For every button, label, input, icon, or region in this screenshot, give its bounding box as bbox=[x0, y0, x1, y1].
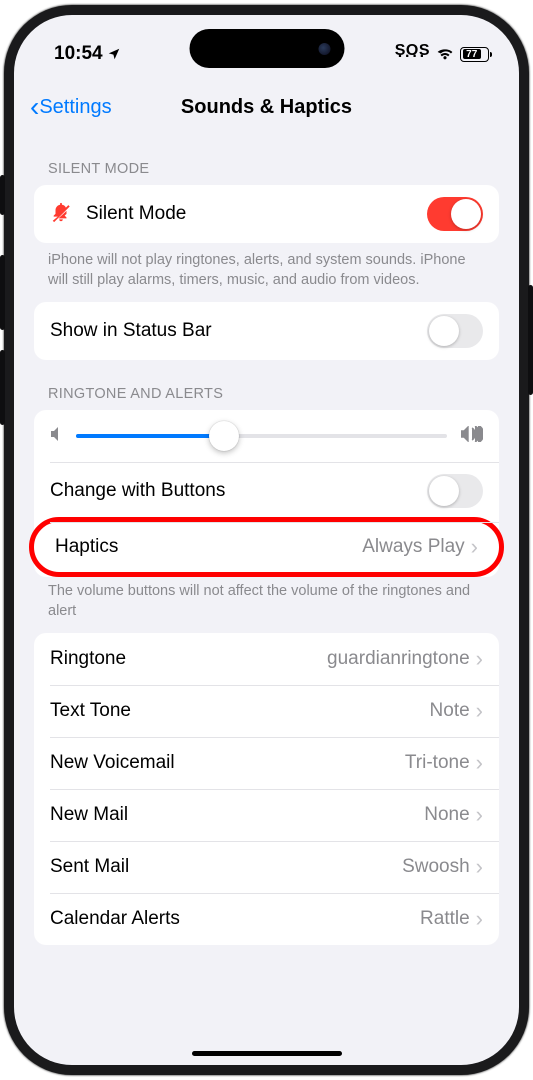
row-value: Rattle bbox=[420, 908, 470, 930]
row-label: Change with Buttons bbox=[50, 480, 427, 502]
side-button bbox=[0, 175, 5, 215]
change-buttons-toggle[interactable] bbox=[427, 474, 483, 508]
section-footer: iPhone will not play ringtones, alerts, … bbox=[34, 243, 499, 290]
status-bar-toggle[interactable] bbox=[427, 314, 483, 348]
row-label: Ringtone bbox=[50, 648, 327, 670]
screen: 10:54 SOS ···· 77 bbox=[14, 15, 519, 1065]
status-time: 10:54 bbox=[54, 43, 103, 65]
silent-mode-toggle[interactable] bbox=[427, 197, 483, 231]
chevron-right-icon: › bbox=[471, 534, 478, 560]
row-label: New Voicemail bbox=[50, 752, 405, 774]
change-with-buttons-row[interactable]: Change with Buttons bbox=[34, 462, 499, 520]
home-indicator[interactable] bbox=[192, 1051, 342, 1056]
volume-slider-row[interactable] bbox=[34, 410, 499, 462]
chevron-right-icon: › bbox=[476, 698, 483, 724]
haptics-row[interactable]: Haptics Always Play › bbox=[29, 517, 504, 577]
sound-row[interactable]: Ringtoneguardianringtone › bbox=[34, 633, 499, 685]
chevron-right-icon: › bbox=[476, 646, 483, 672]
back-label: Settings bbox=[39, 96, 111, 119]
wifi-icon bbox=[436, 47, 454, 61]
sound-row[interactable]: Sent MailSwoosh › bbox=[34, 841, 499, 893]
row-value: Always Play bbox=[362, 536, 464, 558]
section-header: RINGTONE AND ALERTS bbox=[34, 360, 499, 410]
content[interactable]: SILENT MODE Silent Mode iPhone will not … bbox=[14, 135, 519, 1065]
silent-mode-row[interactable]: Silent Mode bbox=[34, 185, 499, 243]
row-value: Swoosh bbox=[402, 856, 470, 878]
chevron-right-icon: › bbox=[476, 750, 483, 776]
side-button bbox=[528, 285, 533, 395]
chevron-right-icon: › bbox=[476, 906, 483, 932]
chevron-right-icon: › bbox=[476, 802, 483, 828]
sound-row[interactable]: Calendar AlertsRattle › bbox=[34, 893, 499, 945]
side-button bbox=[0, 255, 5, 330]
sos-indicator: SOS ···· bbox=[395, 48, 430, 60]
speaker-low-icon bbox=[50, 426, 62, 446]
row-value: Note bbox=[430, 700, 470, 722]
row-label: Text Tone bbox=[50, 700, 430, 722]
sound-row[interactable]: Text ToneNote › bbox=[34, 685, 499, 737]
row-value: guardianringtone bbox=[327, 648, 470, 670]
section-footer: The volume buttons will not affect the v… bbox=[34, 574, 499, 621]
row-label: Haptics bbox=[55, 536, 362, 558]
row-value: Tri-tone bbox=[405, 752, 470, 774]
section-header: SILENT MODE bbox=[34, 135, 499, 185]
show-in-status-bar-row[interactable]: Show in Status Bar bbox=[34, 302, 499, 360]
camera-dot bbox=[318, 43, 330, 55]
phone-frame: 10:54 SOS ···· 77 bbox=[4, 5, 529, 1075]
row-label: Silent Mode bbox=[86, 203, 427, 225]
side-button bbox=[0, 350, 5, 425]
speaker-high-icon bbox=[461, 426, 483, 447]
back-button[interactable]: ‹ Settings bbox=[24, 90, 118, 125]
row-label: Show in Status Bar bbox=[50, 320, 427, 342]
row-label: New Mail bbox=[50, 804, 424, 826]
slider-thumb[interactable] bbox=[209, 421, 239, 451]
sound-row[interactable]: New MailNone › bbox=[34, 789, 499, 841]
row-value: None bbox=[424, 804, 469, 826]
location-icon bbox=[107, 47, 121, 61]
battery-icon: 77 bbox=[460, 47, 489, 62]
sound-row[interactable]: New VoicemailTri-tone › bbox=[34, 737, 499, 789]
row-label: Calendar Alerts bbox=[50, 908, 420, 930]
chevron-right-icon: › bbox=[476, 854, 483, 880]
dynamic-island bbox=[189, 29, 344, 68]
volume-slider[interactable] bbox=[76, 434, 447, 438]
navbar: ‹ Settings Sounds & Haptics bbox=[14, 79, 519, 135]
bell-slash-icon bbox=[50, 201, 72, 228]
row-label: Sent Mail bbox=[50, 856, 402, 878]
